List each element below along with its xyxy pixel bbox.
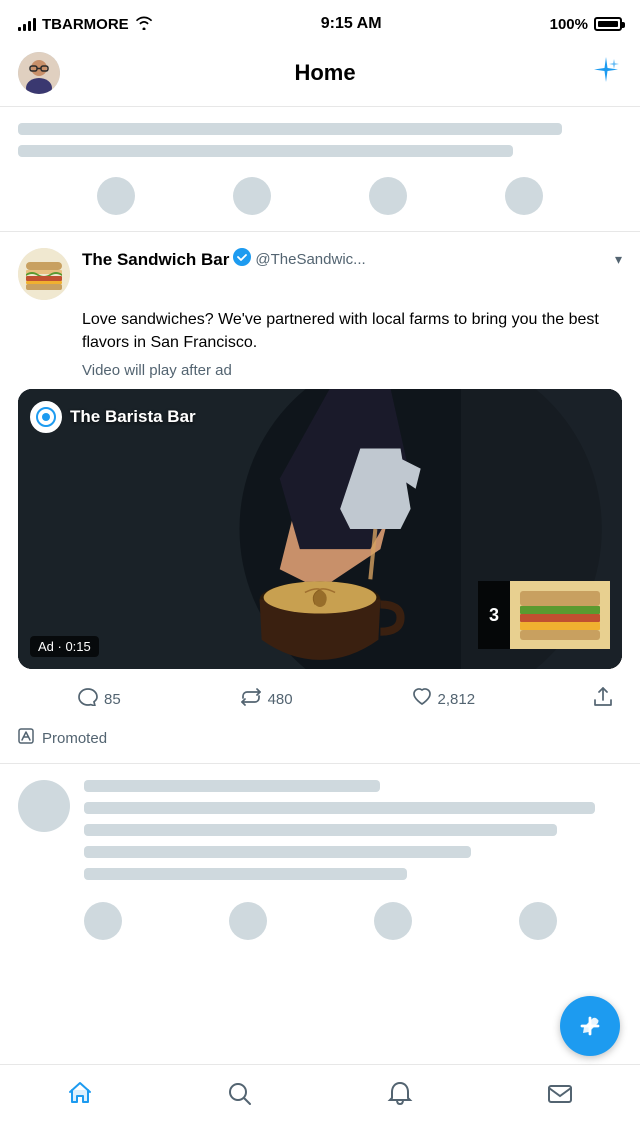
tweet-body: Love sandwiches? We've partnered with lo… xyxy=(82,308,622,354)
tweet-card: The Sandwich Bar @TheSandwic... ▾ Love s… xyxy=(0,231,640,724)
bell-icon xyxy=(386,1080,414,1115)
skeleton-line-1 xyxy=(18,123,562,135)
skeleton-tweet-line-1 xyxy=(84,780,380,792)
skeleton-loading xyxy=(0,107,640,231)
account-handle: @TheSandwic... xyxy=(255,251,365,268)
skeleton-circles-bottom xyxy=(0,896,640,956)
skeleton-circle-3 xyxy=(369,177,407,215)
like-count: 2,812 xyxy=(438,691,476,708)
tweet-header: The Sandwich Bar @TheSandwic... ▾ xyxy=(18,248,622,300)
skeleton-circle-2 xyxy=(233,177,271,215)
home-icon xyxy=(66,1080,94,1115)
skeleton-tweet-line-4 xyxy=(84,846,471,858)
wifi-icon xyxy=(135,16,153,33)
tab-notifications[interactable] xyxy=(370,1073,430,1123)
tab-home[interactable] xyxy=(50,1073,110,1123)
sparkle-icon[interactable] xyxy=(590,55,622,92)
time-display: 9:15 AM xyxy=(321,15,382,33)
reply-icon xyxy=(78,688,98,711)
signal-strength-icon xyxy=(18,17,36,31)
skeleton-circles-top xyxy=(18,167,622,231)
skeleton-circle-b2 xyxy=(229,902,267,940)
like-action[interactable]: 2,812 xyxy=(412,688,476,711)
tweet-actions: 85 480 2,812 xyxy=(18,683,622,724)
video-thumbnail-strip: 3 xyxy=(478,581,610,649)
skeleton-tweet-line-5 xyxy=(84,868,407,880)
tab-bar xyxy=(0,1064,640,1146)
tab-messages[interactable] xyxy=(530,1073,590,1123)
tweet-name-row: The Sandwich Bar @TheSandwic... ▾ xyxy=(82,248,622,271)
sandwich-icon xyxy=(18,248,70,300)
video-top-bar: The Barista Bar xyxy=(30,401,196,433)
skeleton-line-2 xyxy=(18,145,513,157)
carrier-label: TBARMORE xyxy=(42,16,129,33)
compose-button[interactable] xyxy=(560,996,620,1056)
reply-count: 85 xyxy=(104,691,121,708)
avatar-image xyxy=(18,52,60,94)
tweet-account-avatar[interactable] xyxy=(18,248,70,300)
ad-label: Ad · 0:15 xyxy=(30,636,99,657)
battery-percent: 100% xyxy=(550,16,588,33)
video-brand-name: The Barista Bar xyxy=(70,407,196,427)
page-title: Home xyxy=(294,60,355,86)
thumbnail-image xyxy=(510,581,610,649)
like-icon xyxy=(412,688,432,711)
promoted-row: Promoted xyxy=(0,724,640,764)
skeleton-circle-b4 xyxy=(519,902,557,940)
skeleton-circle-4 xyxy=(505,177,543,215)
avatar[interactable] xyxy=(18,52,60,94)
share-action[interactable] xyxy=(594,687,612,712)
video-player[interactable]: The Barista Bar Ad · 0:15 3 xyxy=(18,389,622,669)
skeleton-circle-b1 xyxy=(84,902,122,940)
compose-icon xyxy=(576,1012,604,1040)
chevron-down-icon[interactable]: ▾ xyxy=(615,251,622,268)
account-name: The Sandwich Bar xyxy=(82,250,229,270)
skeleton-tweet-line-2 xyxy=(84,802,595,814)
reply-action[interactable]: 85 xyxy=(78,688,121,711)
status-bar: TBARMORE 9:15 AM 100% xyxy=(0,0,640,44)
skeleton-tweet-line-3 xyxy=(84,824,557,836)
battery-icon xyxy=(594,17,622,31)
search-icon xyxy=(226,1080,254,1115)
video-logo xyxy=(30,401,62,433)
skeleton-content xyxy=(84,780,622,880)
thumbnail-count: 3 xyxy=(478,581,510,649)
skeleton-tweet xyxy=(0,764,640,896)
skeleton-circle-b3 xyxy=(374,902,412,940)
promoted-label: Promoted xyxy=(42,730,107,747)
nav-bar: Home xyxy=(0,44,640,107)
mail-icon xyxy=(546,1080,574,1115)
skeleton-circle-1 xyxy=(97,177,135,215)
video-will-play-label: Video will play after ad xyxy=(82,362,622,379)
skeleton-avatar xyxy=(18,780,70,832)
verified-badge-icon xyxy=(233,248,251,271)
status-left: TBARMORE xyxy=(18,16,153,33)
share-icon xyxy=(594,687,612,712)
retweet-icon xyxy=(240,688,262,711)
retweet-action[interactable]: 480 xyxy=(240,688,293,711)
tweet-meta: The Sandwich Bar @TheSandwic... ▾ xyxy=(82,248,622,271)
status-right: 100% xyxy=(550,16,622,33)
video-bottom-bar: Ad · 0:15 3 xyxy=(30,636,610,657)
tab-search[interactable] xyxy=(210,1073,270,1123)
retweet-count: 480 xyxy=(268,691,293,708)
promoted-icon xyxy=(18,728,34,749)
